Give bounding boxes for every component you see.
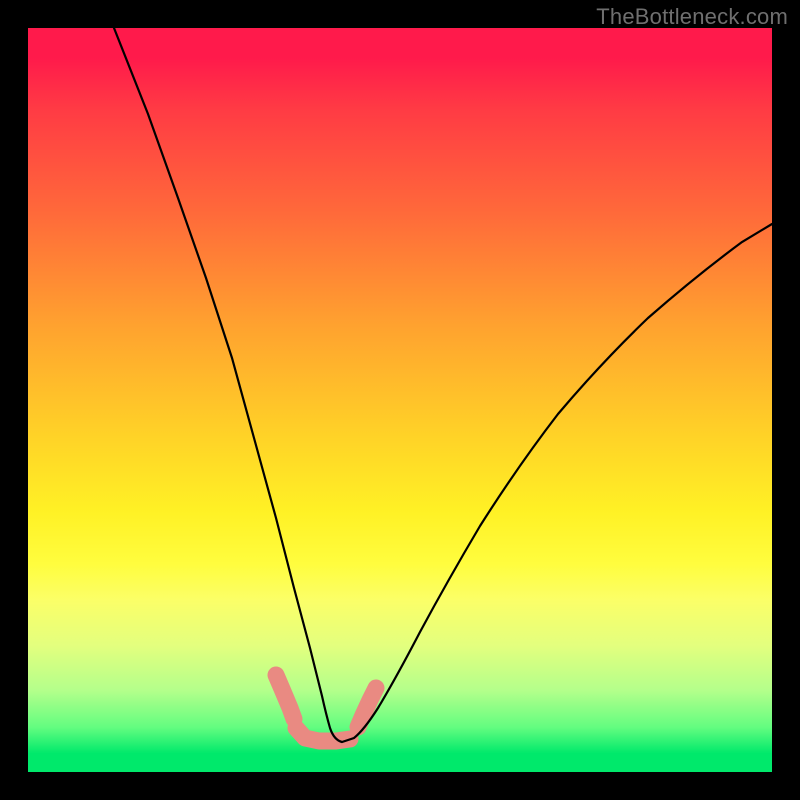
bottleneck-curve (114, 28, 772, 742)
watermark-text: TheBottleneck.com (596, 4, 788, 30)
chart-plot-area (28, 28, 772, 772)
chart-svg (28, 28, 772, 772)
chart-frame: TheBottleneck.com (0, 0, 800, 800)
